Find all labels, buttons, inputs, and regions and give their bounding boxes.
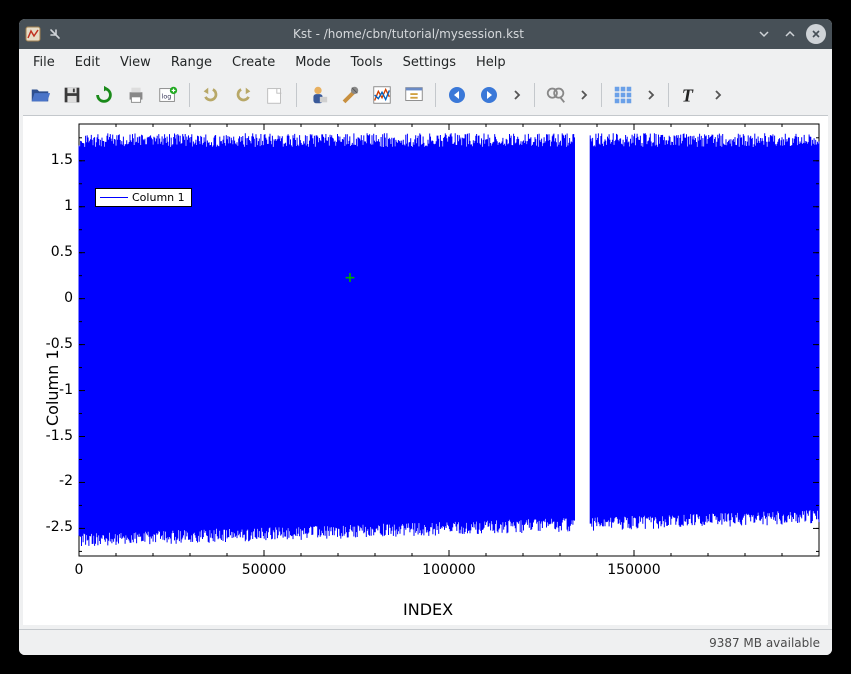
pin-icon[interactable] bbox=[47, 26, 63, 42]
app-icon bbox=[25, 26, 41, 42]
menu-create[interactable]: Create bbox=[222, 51, 285, 74]
menu-file[interactable]: File bbox=[23, 51, 65, 74]
edit-plot-button[interactable] bbox=[367, 80, 397, 110]
text-tool-button[interactable]: T bbox=[675, 80, 705, 110]
svg-text:log: log bbox=[162, 93, 172, 101]
toolbar-separator bbox=[435, 83, 436, 107]
menu-help[interactable]: Help bbox=[466, 51, 516, 74]
data-manager-button[interactable] bbox=[303, 80, 333, 110]
y-tick-label: 0.5 bbox=[33, 244, 73, 260]
maximize-button[interactable] bbox=[780, 24, 800, 44]
menu-edit[interactable]: Edit bbox=[65, 51, 110, 74]
menu-tools[interactable]: Tools bbox=[341, 51, 393, 74]
forward-button[interactable] bbox=[474, 80, 504, 110]
y-tick-label: -1.5 bbox=[33, 428, 73, 444]
toolbar-separator bbox=[189, 83, 190, 107]
toolbar-separator bbox=[601, 83, 602, 107]
menu-range[interactable]: Range bbox=[161, 51, 222, 74]
print-button[interactable] bbox=[121, 80, 151, 110]
log-button[interactable]: log bbox=[153, 80, 183, 110]
menu-settings[interactable]: Settings bbox=[393, 51, 466, 74]
legend-line-icon bbox=[100, 197, 128, 198]
edit-object-button[interactable] bbox=[335, 80, 365, 110]
toolbar-separator bbox=[668, 83, 669, 107]
x-tick-label: 0 bbox=[49, 562, 109, 578]
content-area: Column 1 INDEX -2.5-2-1.5-1-0.500.511.5 … bbox=[23, 115, 828, 625]
tied-zoom-button[interactable] bbox=[541, 80, 571, 110]
minimize-button[interactable] bbox=[754, 24, 774, 44]
y-tick-label: -0.5 bbox=[33, 336, 73, 352]
window-title: Kst - /home/cbn/tutorial/mysession.kst bbox=[69, 27, 748, 41]
open-button[interactable] bbox=[25, 80, 55, 110]
toolbar-overflow-4[interactable] bbox=[707, 80, 729, 110]
reload-button[interactable] bbox=[89, 80, 119, 110]
toolbar-overflow-1[interactable] bbox=[506, 80, 528, 110]
dialog-button[interactable] bbox=[399, 80, 429, 110]
x-axis-label: INDEX bbox=[403, 600, 453, 619]
cursor-marker: + bbox=[344, 270, 356, 286]
menubar: File Edit View Range Create Mode Tools S… bbox=[19, 49, 832, 75]
undo-button[interactable] bbox=[196, 80, 226, 110]
legend[interactable]: Column 1 bbox=[95, 188, 192, 207]
statusbar: 9387 MB available bbox=[19, 629, 832, 655]
toolbar-separator bbox=[296, 83, 297, 107]
new-tab-button[interactable] bbox=[260, 80, 290, 110]
layout-button[interactable] bbox=[608, 80, 638, 110]
toolbar-overflow-2[interactable] bbox=[573, 80, 595, 110]
toolbar-overflow-3[interactable] bbox=[640, 80, 662, 110]
toolbar: log bbox=[19, 75, 832, 115]
close-button[interactable] bbox=[806, 24, 826, 44]
y-tick-label: -2.5 bbox=[33, 519, 73, 535]
toolbar-separator bbox=[534, 83, 535, 107]
menu-view[interactable]: View bbox=[110, 51, 161, 74]
y-tick-label: -1 bbox=[33, 382, 73, 398]
titlebar: Kst - /home/cbn/tutorial/mysession.kst bbox=[19, 19, 832, 49]
back-button[interactable] bbox=[442, 80, 472, 110]
plot[interactable]: Column 1 INDEX -2.5-2-1.5-1-0.500.511.5 … bbox=[23, 116, 828, 625]
y-tick-label: 0 bbox=[33, 290, 73, 306]
x-tick-label: 100000 bbox=[419, 562, 479, 578]
svg-text:T: T bbox=[682, 85, 694, 105]
legend-label: Column 1 bbox=[132, 191, 185, 204]
x-tick-label: 150000 bbox=[604, 562, 664, 578]
save-button[interactable] bbox=[57, 80, 87, 110]
redo-button[interactable] bbox=[228, 80, 258, 110]
x-tick-label: 50000 bbox=[234, 562, 294, 578]
menu-mode[interactable]: Mode bbox=[285, 51, 340, 74]
status-memory: 9387 MB available bbox=[709, 636, 820, 650]
app-window: Kst - /home/cbn/tutorial/mysession.kst F… bbox=[19, 19, 832, 655]
y-tick-label: 1.5 bbox=[33, 152, 73, 168]
y-tick-label: 1 bbox=[33, 198, 73, 214]
y-tick-label: -2 bbox=[33, 473, 73, 489]
